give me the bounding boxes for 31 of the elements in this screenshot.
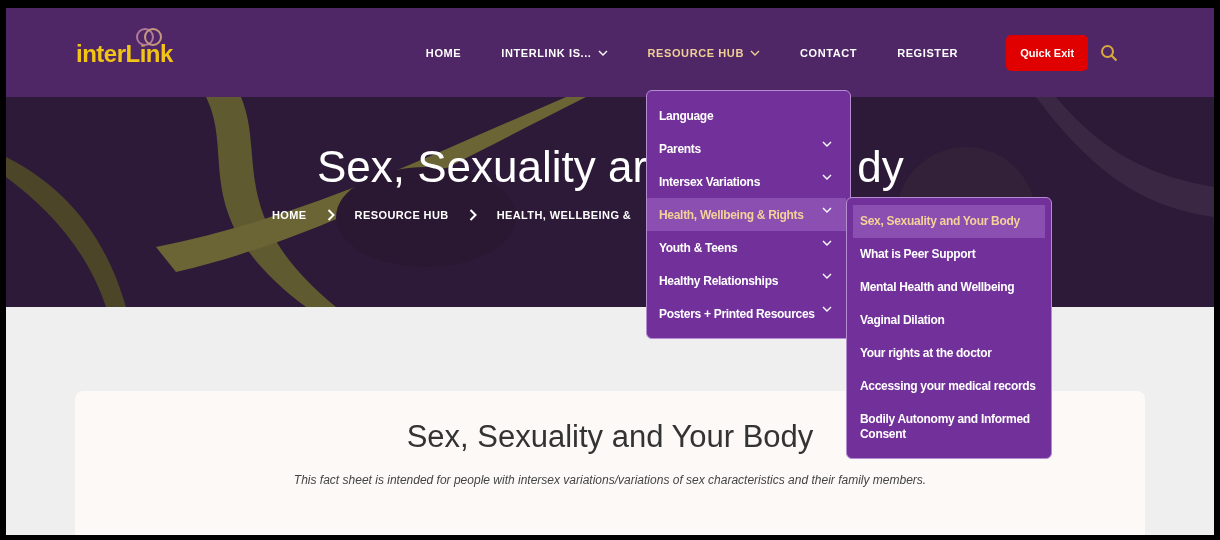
menu-item[interactable]: Vaginal Dilation bbox=[853, 304, 1045, 337]
page-title: Sex, Sexuality ar bbox=[317, 141, 648, 193]
chevron-right-icon bbox=[326, 209, 335, 221]
menu-item[interactable]: Parents bbox=[647, 132, 846, 165]
intro-text: This fact sheet is intended for people with intersex variations/variations of sex characteristics and their family members. bbox=[292, 473, 928, 487]
page-title: dy bbox=[857, 141, 904, 193]
menu-item[interactable]: Bodily Autonomy and Informed Consent bbox=[853, 403, 1045, 451]
menu-item[interactable]: What is Peer Support bbox=[853, 238, 1045, 271]
nav-link[interactable]: RESOURCE HUB bbox=[647, 46, 760, 59]
menu-item[interactable]: Youth & Teens bbox=[647, 231, 846, 264]
menu-item[interactable]: Sex, Sexuality and Your Body bbox=[853, 205, 1045, 238]
quick-exit-button[interactable]: Quick Exit bbox=[1006, 34, 1089, 71]
nav-link[interactable]: INTERLINK IS... bbox=[501, 46, 608, 59]
breadcrumb-link[interactable]: RESOURCE HUB bbox=[354, 209, 449, 221]
menu-item[interactable]: Your rights at the doctor bbox=[853, 337, 1045, 370]
breadcrumb-link[interactable]: HOME bbox=[272, 209, 307, 221]
breadcrumb-link[interactable]: HEALTH, WELLBEING & bbox=[496, 209, 632, 221]
nav-link[interactable]: REGISTER bbox=[897, 46, 959, 59]
search-icon[interactable] bbox=[1100, 43, 1119, 62]
menu-item[interactable]: Healthy Relationships bbox=[647, 264, 846, 297]
logo[interactable]: interLink bbox=[76, 25, 173, 68]
menu-item[interactable]: Accessing your medical records bbox=[853, 370, 1045, 403]
article-title: Sex, Sexuality and Your Body bbox=[406, 419, 814, 455]
chevron-right-icon bbox=[468, 209, 477, 221]
nav-link[interactable]: HOME bbox=[425, 46, 462, 59]
menu-item[interactable]: Mental Health and Wellbeing bbox=[853, 271, 1045, 304]
menu-item[interactable]: Language bbox=[647, 99, 846, 132]
nav-link[interactable]: CONTACT bbox=[799, 46, 858, 59]
menu-item[interactable]: Intersex Variations bbox=[647, 165, 846, 198]
menu-item[interactable]: Posters + Printed Resources bbox=[647, 297, 846, 330]
menu-item[interactable]: Health, Wellbeing & Rights bbox=[647, 198, 846, 231]
